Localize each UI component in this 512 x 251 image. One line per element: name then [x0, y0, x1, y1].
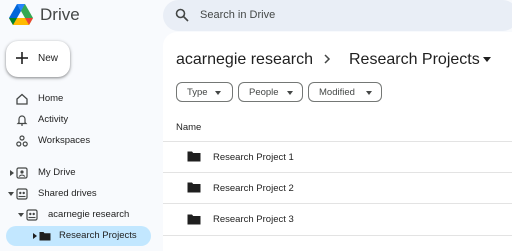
new-button-label: New — [38, 53, 59, 64]
sidebar-item-label: Workspaces — [38, 135, 91, 146]
drive-logo-icon[interactable] — [9, 4, 33, 26]
caret-down-icon — [366, 91, 372, 95]
people-filter-label: People — [249, 87, 279, 98]
sidebar-item-label: My Drive — [38, 167, 76, 178]
sidebar-item-label: Activity — [38, 114, 69, 125]
caret-down-icon — [215, 91, 221, 95]
sidebar-item-home[interactable]: Home — [0, 89, 155, 109]
sidebar-item-shared-drives[interactable]: Shared drives — [0, 184, 155, 204]
home-icon — [16, 93, 28, 105]
sidebar-item-workspaces[interactable]: Workspaces — [0, 131, 155, 151]
search-icon[interactable] — [175, 8, 189, 22]
my-drive-icon — [16, 167, 28, 179]
folder-icon — [187, 214, 201, 225]
sidebar-item-activity[interactable]: Activity — [0, 110, 155, 130]
sidebar-item-label: acarnegie research — [48, 209, 130, 220]
workspaces-icon — [16, 135, 28, 147]
caret-right-icon[interactable] — [9, 170, 15, 176]
column-header-name[interactable]: Name — [176, 122, 201, 134]
shared-drive-icon — [26, 209, 38, 221]
caret-right-icon[interactable] — [32, 233, 38, 239]
plus-icon — [16, 52, 28, 64]
caret-down-icon[interactable] — [483, 57, 491, 62]
chevron-right-icon — [324, 54, 331, 64]
search-input[interactable]: Search in Drive — [200, 8, 275, 22]
sidebar-item-label: Home — [38, 93, 64, 104]
caret-down-icon[interactable] — [8, 191, 14, 197]
top-bar: Drive Search in Drive — [0, 0, 512, 32]
row-name: Research Project 3 — [213, 214, 294, 225]
folder-icon — [39, 232, 51, 241]
sidebar-item-acarnegie-research[interactable]: acarnegie research — [0, 205, 155, 225]
caret-down-icon[interactable] — [18, 212, 24, 218]
sidebar-item-label: Shared drives — [38, 188, 97, 199]
caret-down-icon — [287, 91, 293, 95]
divider — [163, 203, 512, 204]
folder-icon — [187, 151, 201, 162]
modified-filter-label: Modified — [319, 87, 355, 98]
sidebar-item-my-drive[interactable]: My Drive — [0, 163, 155, 183]
folder-icon — [187, 182, 201, 193]
divider — [163, 172, 512, 173]
divider — [163, 141, 512, 142]
app-title[interactable]: Drive — [40, 4, 80, 26]
shared-drives-icon — [16, 188, 28, 200]
breadcrumb-root[interactable]: acarnegie research — [176, 50, 313, 70]
sidebar-item-label: Research Projects — [59, 230, 137, 241]
type-filter-label: Type — [187, 87, 208, 98]
divider — [163, 235, 512, 236]
row-name: Research Project 1 — [213, 152, 294, 163]
breadcrumb-current[interactable]: Research Projects — [349, 50, 480, 70]
row-name: Research Project 2 — [213, 183, 294, 194]
bell-icon — [16, 115, 28, 126]
